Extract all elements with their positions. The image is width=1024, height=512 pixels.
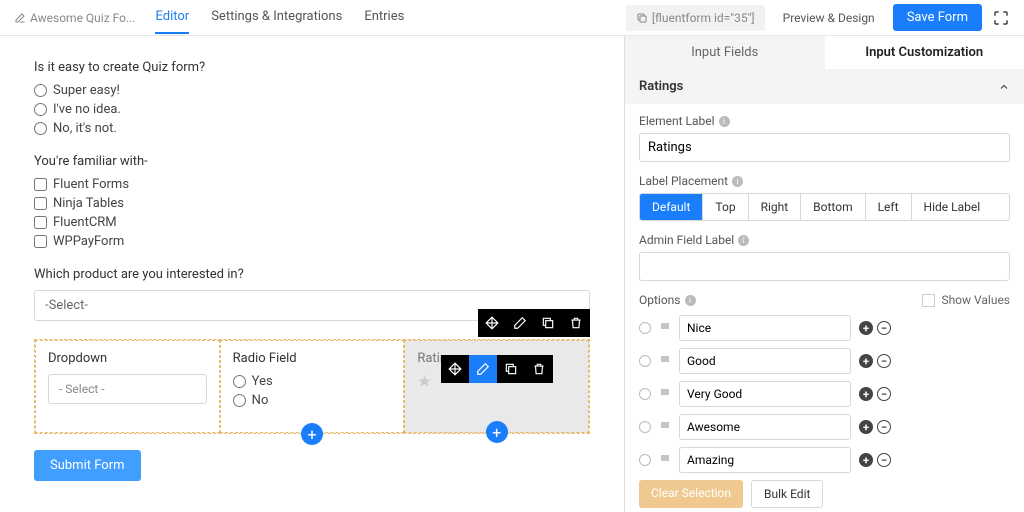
- question-label: Which product are you interested in?: [34, 267, 590, 282]
- option-radio[interactable]: [639, 388, 651, 400]
- fullscreen-icon[interactable]: [992, 9, 1010, 27]
- checkbox-option[interactable]: [34, 235, 47, 248]
- info-icon[interactable]: i: [738, 235, 749, 246]
- checkbox-option[interactable]: [34, 216, 47, 229]
- placement-hide[interactable]: Hide Label: [912, 194, 993, 220]
- bulk-edit-button[interactable]: Bulk Edit: [751, 480, 823, 508]
- option-input[interactable]: [679, 414, 851, 440]
- submit-button[interactable]: Submit Form: [34, 450, 141, 481]
- move-icon[interactable]: [478, 309, 506, 337]
- section-toggle-ratings[interactable]: Ratings: [625, 69, 1024, 104]
- question-radio: Is it easy to create Quiz form? Super ea…: [34, 60, 590, 136]
- dropdown-select[interactable]: - Select -: [48, 374, 207, 404]
- option-add[interactable]: +: [859, 321, 873, 335]
- drag-icon[interactable]: [659, 452, 671, 468]
- radio-option[interactable]: [233, 394, 246, 407]
- question-label: Is it easy to create Quiz form?: [34, 60, 590, 75]
- option-row: +−: [639, 447, 1010, 473]
- field-toolbar-outer: [478, 309, 590, 337]
- column-radio[interactable]: Radio Field Yes No: [220, 340, 405, 433]
- checkbox-option[interactable]: [34, 178, 47, 191]
- option-remove[interactable]: −: [877, 420, 891, 434]
- radio-option[interactable]: [34, 122, 47, 135]
- label-placement-group: Default Top Right Bottom Left Hide Label: [639, 193, 1010, 221]
- option-radio[interactable]: [639, 322, 651, 334]
- placement-default[interactable]: Default: [640, 194, 703, 220]
- checkbox-option[interactable]: [34, 197, 47, 210]
- option-add[interactable]: +: [859, 354, 873, 368]
- add-button[interactable]: +: [486, 421, 508, 443]
- field-toolbar-inner: [441, 355, 553, 383]
- radio-option[interactable]: [34, 103, 47, 116]
- trash-icon[interactable]: [562, 309, 590, 337]
- panel-tab-input-fields[interactable]: Input Fields: [625, 36, 825, 69]
- placement-bottom[interactable]: Bottom: [801, 194, 865, 220]
- chevron-up-icon: [998, 81, 1010, 93]
- option-add[interactable]: +: [859, 453, 873, 467]
- admin-field-label-input[interactable]: [639, 252, 1010, 281]
- placement-top[interactable]: Top: [703, 194, 748, 220]
- question-label: You're familiar with-: [34, 154, 590, 169]
- option-row: +−: [639, 414, 1010, 440]
- question-checkbox: You're familiar with- Fluent Forms Ninja…: [34, 154, 590, 249]
- drag-icon[interactable]: [659, 353, 671, 369]
- show-values-toggle[interactable]: Show Values: [922, 293, 1010, 307]
- column-dropdown[interactable]: Dropdown - Select -: [35, 340, 220, 433]
- shortcode-chip[interactable]: [fluentform id="35"]: [626, 5, 765, 31]
- tab-editor[interactable]: Editor: [155, 1, 189, 34]
- option-add[interactable]: +: [859, 387, 873, 401]
- option-input[interactable]: [679, 381, 851, 407]
- option-remove[interactable]: −: [877, 354, 891, 368]
- breadcrumb: Awesome Quiz Fo...: [14, 11, 135, 25]
- option-radio[interactable]: [639, 355, 651, 367]
- drag-icon[interactable]: [659, 419, 671, 435]
- preview-design-button[interactable]: Preview & Design: [775, 5, 883, 31]
- radio-option[interactable]: [34, 84, 47, 97]
- copy-icon[interactable]: [534, 309, 562, 337]
- option-input[interactable]: [679, 447, 851, 473]
- option-input[interactable]: [679, 315, 851, 341]
- save-form-button[interactable]: Save Form: [893, 4, 982, 31]
- element-label-input[interactable]: [639, 133, 1010, 162]
- column-ratings[interactable]: Ratings +: [404, 340, 589, 433]
- move-icon[interactable]: [441, 355, 469, 383]
- tab-entries[interactable]: Entries: [364, 1, 404, 34]
- info-icon[interactable]: i: [685, 295, 696, 306]
- panel-tab-input-customization[interactable]: Input Customization: [825, 36, 1024, 69]
- add-button[interactable]: +: [301, 423, 323, 445]
- radio-option[interactable]: [233, 375, 246, 388]
- option-remove[interactable]: −: [877, 453, 891, 467]
- clear-selection-button[interactable]: Clear Selection: [639, 480, 743, 508]
- option-remove[interactable]: −: [877, 321, 891, 335]
- option-remove[interactable]: −: [877, 387, 891, 401]
- trash-icon[interactable]: [525, 355, 553, 383]
- option-row: +−: [639, 348, 1010, 374]
- edit-icon[interactable]: [469, 355, 497, 383]
- info-icon[interactable]: i: [732, 176, 743, 187]
- option-add[interactable]: +: [859, 420, 873, 434]
- placement-left[interactable]: Left: [866, 194, 912, 220]
- option-row: +−: [639, 381, 1010, 407]
- info-icon[interactable]: i: [719, 116, 730, 127]
- option-row: +−: [639, 315, 1010, 341]
- copy-icon[interactable]: [497, 355, 525, 383]
- tab-settings[interactable]: Settings & Integrations: [211, 1, 342, 34]
- drag-icon[interactable]: [659, 320, 671, 336]
- option-radio[interactable]: [639, 421, 651, 433]
- option-radio[interactable]: [639, 454, 651, 466]
- option-input[interactable]: [679, 348, 851, 374]
- placement-right[interactable]: Right: [749, 194, 802, 220]
- edit-icon[interactable]: [506, 309, 534, 337]
- drag-icon[interactable]: [659, 386, 671, 402]
